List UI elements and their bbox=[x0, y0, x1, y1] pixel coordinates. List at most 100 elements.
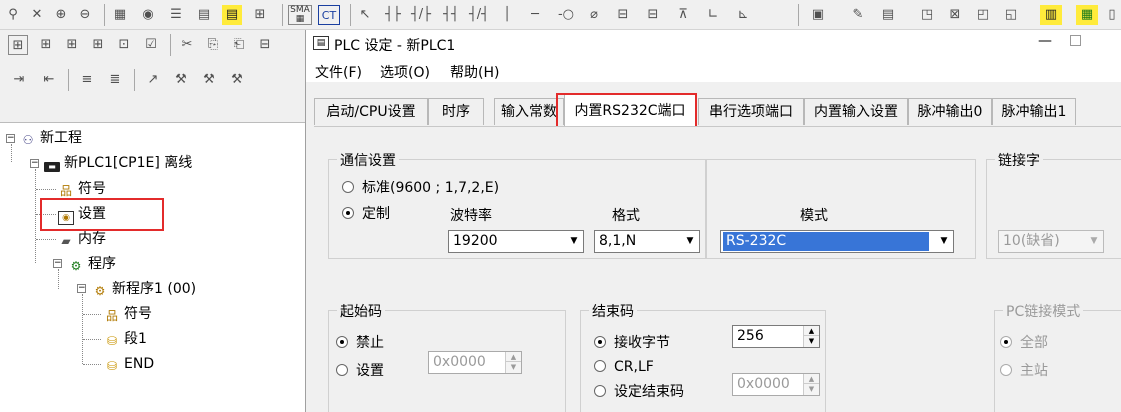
zoom-icon[interactable]: ⚲ bbox=[6, 5, 20, 25]
indent-icon[interactable]: ⇥ bbox=[8, 70, 30, 90]
grid-icon[interactable]: ▦ bbox=[110, 5, 130, 25]
baud-select[interactable]: 19200 ▼ bbox=[448, 230, 584, 253]
collapse-icon[interactable]: − bbox=[53, 259, 62, 268]
radio-standard[interactable]: 标准(9600 ; 1,7,2,E) bbox=[342, 177, 499, 197]
horizontal-line-icon[interactable]: ─ bbox=[524, 5, 546, 25]
tab-builtin-input[interactable]: 内置输入设置 bbox=[804, 98, 908, 125]
radio-pc-link-all[interactable]: 全部 bbox=[1000, 332, 1048, 352]
radio-start-disable[interactable]: 禁止 bbox=[336, 332, 384, 352]
reset-icon[interactable]: ⊠ bbox=[944, 5, 966, 25]
mode-select[interactable]: RS-232C ▼ bbox=[720, 230, 954, 253]
radio-custom[interactable]: 定制 bbox=[342, 203, 390, 223]
recv-bytes-input[interactable]: 256 ▲ ▼ bbox=[732, 325, 820, 348]
tab-startup-cpu[interactable]: 启动/CPU设置 bbox=[314, 98, 428, 125]
set-on-icon[interactable]: ◰ bbox=[972, 5, 994, 25]
tab-pulse-output-1[interactable]: 脉冲输出1 bbox=[992, 98, 1076, 125]
nc-contact-icon[interactable]: ┤/├ bbox=[410, 5, 432, 25]
pointer-icon[interactable]: ↖ bbox=[356, 5, 374, 25]
ct-icon[interactable]: CT bbox=[318, 5, 340, 25]
tab-serial-option[interactable]: 串行选项端口 bbox=[698, 98, 804, 125]
instruction-block-icon[interactable]: ⊟ bbox=[642, 5, 664, 25]
set-icon[interactable]: ◳ bbox=[916, 5, 938, 25]
tree-item-project[interactable]: ⚇ 新工程 bbox=[20, 128, 82, 148]
tool-2-icon[interactable]: ⚒ bbox=[170, 70, 192, 90]
minimize-button[interactable]: — bbox=[1038, 33, 1052, 49]
menu-help[interactable]: 帮助(H) bbox=[450, 62, 499, 82]
vertical-line-icon[interactable]: │ bbox=[500, 5, 514, 25]
format-select[interactable]: 8,1,N ▼ bbox=[594, 230, 700, 253]
radio-recv-bytes[interactable]: 接收字节 bbox=[594, 332, 670, 352]
tree-item-end[interactable]: ⛁ END bbox=[104, 354, 154, 374]
properties-icon[interactable]: ☑ bbox=[140, 35, 162, 55]
radio-set-end-code[interactable]: 设定结束码 bbox=[594, 381, 684, 401]
radio-start-set[interactable]: 设置 bbox=[336, 360, 384, 380]
cut-icon[interactable]: ✂ bbox=[176, 35, 198, 55]
collapse-icon[interactable]: − bbox=[30, 159, 39, 168]
or-nc-contact-icon[interactable]: ┤/┤ bbox=[468, 5, 490, 25]
watch-icon[interactable]: ▥ bbox=[1040, 5, 1062, 25]
plc-settings-icon: ▤ bbox=[313, 36, 329, 50]
angle-line-2-icon[interactable]: ⊾ bbox=[732, 5, 754, 25]
link-words-select[interactable]: 10(缺省) ▼ bbox=[998, 230, 1104, 253]
window-icon[interactable]: ⊡ bbox=[114, 35, 134, 55]
tab-input-constants[interactable]: 输入常数 bbox=[494, 98, 564, 125]
hierarchy-icon[interactable]: ⊞ bbox=[250, 5, 270, 25]
coil-icon[interactable]: -○ bbox=[556, 5, 576, 25]
diff-monitor-icon[interactable]: ▦ bbox=[1076, 5, 1098, 25]
collapse-icon[interactable]: − bbox=[6, 134, 15, 143]
transfer-icon[interactable]: ▤ bbox=[876, 5, 900, 25]
tool-3-icon[interactable]: ⚒ bbox=[198, 70, 220, 90]
sma-icon[interactable]: SMA ▦ bbox=[288, 5, 312, 25]
outdent-icon[interactable]: ⇤ bbox=[38, 70, 60, 90]
edge-icon[interactable]: ⊼ bbox=[672, 5, 694, 25]
zoom-area-icon[interactable]: ✕ bbox=[28, 5, 46, 25]
baud-label: 波特率 bbox=[450, 208, 492, 224]
new-project-icon[interactable]: ⊞ bbox=[8, 35, 28, 55]
monitor-icon[interactable]: ▣ bbox=[806, 5, 830, 25]
or-contact-icon[interactable]: ┤┤ bbox=[440, 5, 462, 25]
align-2-icon[interactable]: ≣ bbox=[104, 70, 126, 90]
online-edit-icon[interactable]: ✎ bbox=[846, 5, 870, 25]
print-icon[interactable]: ⊞ bbox=[88, 35, 108, 55]
list-icon[interactable]: ☰ bbox=[166, 5, 186, 25]
nc-coil-icon[interactable]: ⌀ bbox=[584, 5, 604, 25]
tree-item-program-symbols[interactable]: 品符号 bbox=[104, 304, 152, 324]
radio-pc-link-master[interactable]: 主站 bbox=[1000, 360, 1048, 380]
save-icon[interactable]: ⊞ bbox=[62, 35, 82, 55]
menu-options[interactable]: 选项(O) bbox=[380, 62, 430, 82]
tree-item-new-program[interactable]: ⚙ 新程序1 (00) bbox=[92, 279, 197, 299]
window-titlebar: ▤ PLC 设定 - 新PLC1 — bbox=[306, 30, 1121, 58]
menu-file[interactable]: 文件(F) bbox=[315, 62, 362, 82]
collapse-icon[interactable]: − bbox=[77, 284, 86, 293]
more-icon[interactable]: ▯ bbox=[1104, 5, 1120, 25]
zoom-in-icon[interactable]: ⊕ bbox=[52, 5, 70, 25]
tree-item-programs[interactable]: ⚙ 程序 bbox=[68, 254, 116, 274]
tool-1-icon[interactable]: ↗ bbox=[142, 70, 164, 90]
delete-icon[interactable]: ⊟ bbox=[254, 35, 276, 55]
tab-timing[interactable]: 时序 bbox=[428, 98, 484, 125]
highlight-icon[interactable]: ▤ bbox=[222, 5, 242, 25]
tool-4-icon[interactable]: ⚒ bbox=[226, 70, 248, 90]
tree-item-plc[interactable]: ▬ 新PLC1[CP1E] 离线 bbox=[44, 153, 192, 173]
tree-item-memory[interactable]: ▰ 内存 bbox=[58, 229, 106, 249]
tree-item-section[interactable]: ⛁ 段1 bbox=[104, 329, 147, 349]
set-off-icon[interactable]: ◱ bbox=[1000, 5, 1022, 25]
copy-icon[interactable]: ⎘ bbox=[202, 35, 224, 55]
window-title: PLC 设定 - 新PLC1 bbox=[334, 38, 456, 54]
tab-pulse-output-0[interactable]: 脉冲输出0 bbox=[908, 98, 992, 125]
angle-line-icon[interactable]: ∟ bbox=[702, 5, 724, 25]
instruction-icon[interactable]: ⊟ bbox=[612, 5, 634, 25]
align-icon[interactable]: ≡ bbox=[76, 70, 98, 90]
table-icon[interactable]: ▤ bbox=[194, 5, 214, 25]
paste-icon[interactable]: ⎗ bbox=[228, 35, 250, 55]
comment-icon[interactable]: ◉ bbox=[138, 5, 158, 25]
open-icon[interactable]: ⊞ bbox=[36, 35, 56, 55]
tree-item-symbols[interactable]: 品符号 bbox=[58, 179, 106, 199]
end-code-input[interactable]: 0x0000 ▲ ▼ bbox=[732, 373, 820, 396]
maximize-button[interactable] bbox=[1070, 35, 1081, 46]
start-code-legend: 起始码 bbox=[337, 301, 385, 321]
radio-crlf[interactable]: CR,LF bbox=[594, 359, 654, 375]
start-code-input[interactable]: 0x0000 ▲ ▼ bbox=[428, 351, 522, 374]
zoom-out-icon[interactable]: ⊖ bbox=[76, 5, 94, 25]
no-contact-icon[interactable]: ┤├ bbox=[382, 5, 404, 25]
